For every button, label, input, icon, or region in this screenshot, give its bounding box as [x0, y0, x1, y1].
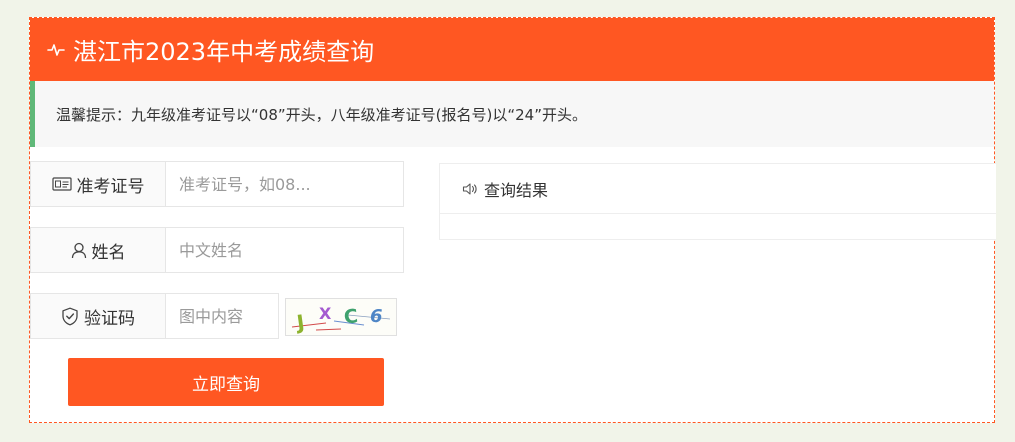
- speaker-icon: [462, 182, 477, 195]
- result-panel: 查询结果: [439, 163, 996, 240]
- name-label: 姓名: [30, 227, 166, 273]
- notice-text: 温馨提示：九年级准考证号以“08”开头，八年级准考证号(报名号)以“24”开头。: [56, 105, 587, 124]
- svg-text:J: J: [293, 310, 306, 335]
- page-header: 湛江市2023年中考成绩查询: [30, 18, 994, 81]
- query-card: 湛江市2023年中考成绩查询 温馨提示：九年级准考证号以“08”开头，八年级准考…: [29, 17, 996, 423]
- svg-text:6: 6: [370, 306, 383, 327]
- captcha-input[interactable]: [166, 293, 279, 339]
- exam-id-input[interactable]: [166, 161, 404, 207]
- captcha-image[interactable]: J X C 6: [285, 298, 397, 336]
- notice-banner: 温馨提示：九年级准考证号以“08”开头，八年级准考证号(报名号)以“24”开头。: [30, 81, 994, 147]
- exam-id-label: 准考证号: [30, 161, 166, 207]
- exam-id-label-text: 准考证号: [76, 176, 145, 197]
- exam-id-row: 准考证号: [30, 161, 404, 207]
- shield-check-icon: [62, 307, 78, 325]
- user-icon: [71, 242, 86, 258]
- id-card-icon: [51, 177, 72, 191]
- svg-text:X: X: [319, 304, 332, 323]
- captcha-label-text: 验证码: [84, 308, 135, 329]
- pulse-icon: [47, 41, 65, 59]
- captcha-label: 验证码: [30, 293, 166, 339]
- page-title: 湛江市2023年中考成绩查询: [73, 38, 375, 66]
- result-header: 查询结果: [440, 164, 996, 214]
- submit-query-button[interactable]: 立即查询: [68, 358, 384, 406]
- captcha-row: 验证码: [30, 293, 279, 339]
- svg-text:C: C: [343, 305, 359, 328]
- name-input[interactable]: [166, 227, 404, 273]
- name-label-text: 姓名: [91, 242, 126, 263]
- result-title: 查询结果: [484, 180, 549, 200]
- name-row: 姓名: [30, 227, 404, 273]
